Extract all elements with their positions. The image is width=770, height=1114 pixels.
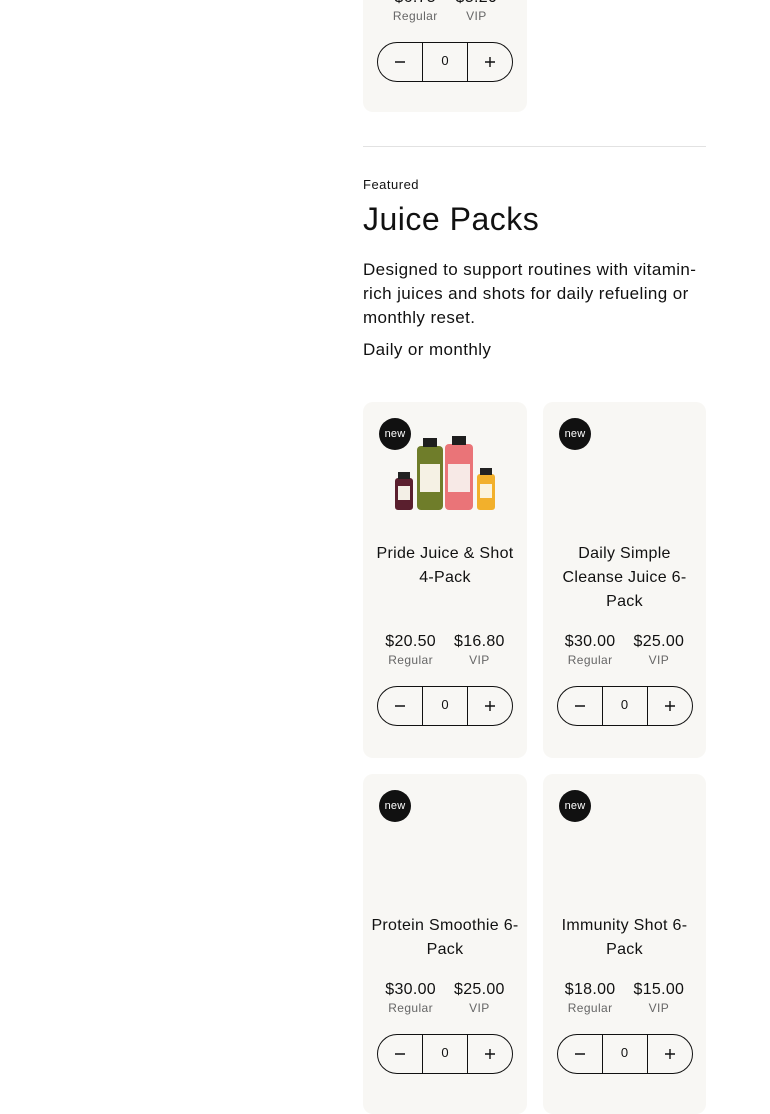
quantity-value[interactable]: 0 (422, 43, 468, 81)
product-name[interactable]: Immunity Shot 6-Pack (551, 914, 698, 962)
vip-price: $5.20 VIP (456, 0, 498, 23)
price-row: $18.00 Regular $15.00 VIP (543, 980, 706, 1015)
price-label: Regular (388, 653, 434, 667)
price-row: $30.00 Regular $25.00 VIP (363, 980, 527, 1015)
previous-product-card: $6.75 Regular $5.20 VIP 0 (363, 0, 527, 112)
product-name[interactable]: Protein Smoothie 6-Pack (371, 914, 519, 962)
quantity-value[interactable]: 0 (422, 1035, 468, 1073)
quantity-stepper: 0 (556, 1034, 693, 1074)
section-description: Designed to support routines with vitami… (363, 260, 697, 327)
regular-price: $30.00 Regular (385, 980, 436, 1015)
minus-icon (574, 1053, 585, 1055)
plus-icon (664, 701, 675, 711)
product-card[interactable]: new Protein Smoothie 6-Pack $30.00 Regul… (363, 774, 527, 1114)
quantity-value[interactable]: 0 (601, 1035, 648, 1073)
plus-icon (485, 701, 495, 711)
new-badge: new (559, 790, 591, 822)
vip-price: $16.80 VIP (454, 632, 505, 667)
price-label: VIP (466, 9, 487, 23)
quantity-stepper: 0 (556, 686, 693, 726)
decrease-quantity-button[interactable] (378, 687, 422, 725)
juice-bottles-image (395, 436, 495, 510)
increase-quantity-button[interactable] (468, 687, 512, 725)
price-amount: $25.00 (633, 633, 685, 650)
section-divider (363, 146, 706, 147)
quantity-stepper: 0 (377, 42, 513, 82)
product-card[interactable]: new Daily Simple Cleanse Juice 6-Pack $3… (543, 402, 706, 758)
price-amount: $15.00 (633, 981, 685, 998)
plus-icon (664, 1049, 675, 1059)
new-badge: new (379, 790, 411, 822)
plus-icon (485, 1049, 495, 1059)
price-amount: $20.50 (385, 633, 436, 650)
price-label: Regular (567, 1001, 613, 1015)
product-card[interactable]: new Pride Juice & Shot 4-Pack $20.50 Reg… (363, 402, 527, 758)
price-amount: $6.75 (393, 0, 438, 8)
price-amount: $18.00 (564, 981, 616, 998)
section-subtitle: Daily or monthly (363, 340, 492, 359)
regular-price: $18.00 Regular (565, 980, 616, 1015)
decrease-quantity-button[interactable] (378, 1035, 422, 1073)
increase-quantity-button[interactable] (468, 43, 512, 81)
vip-price: $15.00 VIP (634, 980, 685, 1015)
quantity-value[interactable]: 0 (601, 687, 648, 725)
quantity-stepper: 0 (377, 686, 513, 726)
price-label: Regular (388, 1001, 434, 1015)
section-title: Juice Packs (363, 201, 540, 237)
price-label: VIP (469, 653, 490, 667)
price-label: VIP (469, 1001, 490, 1015)
price-amount: $30.00 (564, 633, 616, 650)
regular-price: $30.00 Regular (565, 632, 616, 667)
regular-price: $20.50 Regular (385, 632, 436, 667)
increase-quantity-button[interactable] (648, 687, 692, 725)
minus-icon (395, 61, 405, 63)
product-name[interactable]: Daily Simple Cleanse Juice 6-Pack (551, 542, 698, 614)
price-amount: $5.20 (456, 0, 498, 8)
price-label: Regular (567, 653, 613, 667)
decrease-quantity-button[interactable] (558, 1035, 602, 1073)
price-label: Regular (392, 9, 438, 23)
price-row: $30.00 Regular $25.00 VIP (543, 632, 706, 667)
product-card[interactable]: new Immunity Shot 6-Pack $18.00 Regular … (543, 774, 706, 1114)
decrease-quantity-button[interactable] (558, 687, 602, 725)
price-amount: $30.00 (385, 981, 436, 998)
minus-icon (395, 1053, 405, 1055)
price-label: VIP (648, 1001, 670, 1015)
decrease-quantity-button[interactable] (378, 43, 422, 81)
price-label: VIP (648, 653, 670, 667)
regular-price: $6.75 Regular (393, 0, 438, 23)
price-row: $20.50 Regular $16.80 VIP (363, 632, 527, 667)
main-column: $6.75 Regular $5.20 VIP 0 Featured Juice… (363, 0, 706, 1114)
increase-quantity-button[interactable] (648, 1035, 692, 1073)
price-amount: $16.80 (454, 633, 505, 650)
new-badge: new (559, 418, 591, 450)
section-eyebrow: Featured (363, 177, 420, 192)
price-amount: $25.00 (454, 981, 505, 998)
product-name[interactable]: Pride Juice & Shot 4-Pack (371, 542, 519, 590)
vip-price: $25.00 VIP (634, 632, 685, 667)
quantity-value[interactable]: 0 (422, 687, 468, 725)
minus-icon (395, 705, 405, 707)
vip-price: $25.00 VIP (454, 980, 505, 1015)
minus-icon (574, 705, 585, 707)
increase-quantity-button[interactable] (468, 1035, 512, 1073)
plus-icon (485, 57, 495, 67)
price-row: $6.75 Regular $5.20 VIP (363, 0, 527, 23)
quantity-stepper: 0 (377, 1034, 513, 1074)
